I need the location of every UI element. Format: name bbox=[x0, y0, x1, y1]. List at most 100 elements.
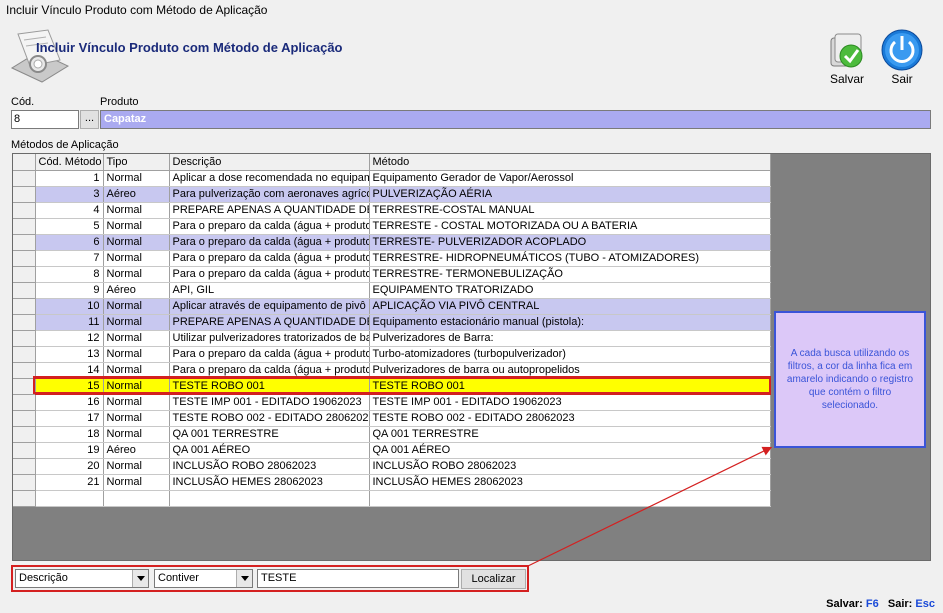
search-operator-select[interactable]: Contiver bbox=[154, 569, 253, 588]
cell-tipo: Normal bbox=[103, 298, 170, 315]
table-row[interactable]: 16 Normal TESTE IMP 001 - EDITADO 19062023… bbox=[13, 394, 771, 411]
cell-metodo: INCLUSÃO ROBO 28062023 bbox=[369, 458, 771, 475]
exit-button[interactable]: Sair bbox=[878, 28, 926, 86]
grid-corner bbox=[13, 154, 36, 171]
row-indicator[interactable] bbox=[13, 282, 36, 299]
cell-descricao: QA 001 AÉREO bbox=[169, 442, 370, 459]
cell-tipo bbox=[103, 490, 170, 507]
table-row[interactable]: 9 Aéreo API, GIL EQUIPAMENTO TRATORIZADO bbox=[13, 282, 771, 299]
table-row[interactable]: 14 Normal Para o preparo da calda (água + … bbox=[13, 362, 771, 379]
window-title: Incluir Vínculo Produto com Método de Ap… bbox=[6, 3, 268, 17]
row-indicator[interactable] bbox=[13, 378, 36, 395]
cell-tipo: Normal bbox=[103, 474, 170, 491]
row-indicator[interactable] bbox=[13, 266, 36, 283]
cell-descricao: PREPARE APENAS A QUANTIDADE DE bbox=[169, 314, 370, 331]
cell-descricao: Para pulverização com aeronaves agrícola… bbox=[169, 186, 370, 203]
row-indicator[interactable] bbox=[13, 202, 36, 219]
table-row[interactable]: 5 Normal Para o preparo da calda (água + p… bbox=[13, 218, 771, 235]
cell-cod: 19 bbox=[35, 442, 104, 459]
row-indicator[interactable] bbox=[13, 346, 36, 363]
lookup-button[interactable]: ... bbox=[80, 110, 99, 129]
row-indicator[interactable] bbox=[13, 426, 36, 443]
cell-metodo: TERRESTE - COSTAL MOTORIZADA OU A BATERI… bbox=[369, 218, 771, 235]
row-indicator[interactable] bbox=[13, 458, 36, 475]
cell-metodo: EQUIPAMENTO TRATORIZADO bbox=[369, 282, 771, 299]
row-indicator[interactable] bbox=[13, 298, 36, 315]
cell-cod: 8 bbox=[35, 266, 104, 283]
table-row[interactable]: 20 Normal INCLUSÃO ROBO 28062023 INCLUSÃO R… bbox=[13, 458, 771, 475]
table-row[interactable]: 12 Normal Utilizar pulverizadores tratoriz… bbox=[13, 330, 771, 347]
column-header-metodo[interactable]: Método bbox=[369, 154, 771, 171]
table-row[interactable]: 13 Normal Para o preparo da calda (água + … bbox=[13, 346, 771, 363]
table-row[interactable]: 8 Normal Para o preparo da calda (água + p… bbox=[13, 266, 771, 283]
cell-descricao: Para o preparo da calda (água + produto) bbox=[169, 250, 370, 267]
cod-label: Cód. bbox=[11, 96, 35, 108]
column-header-tipo[interactable]: Tipo bbox=[103, 154, 170, 171]
table-row[interactable]: 7 Normal Para o preparo da calda (água + p… bbox=[13, 250, 771, 267]
cell-metodo bbox=[369, 490, 771, 507]
table-row[interactable]: 4 Normal PREPARE APENAS A QUANTIDADE DE TER… bbox=[13, 202, 771, 219]
cell-descricao: Aplicar através de equipamento de pivô c bbox=[169, 298, 370, 315]
row-indicator[interactable] bbox=[13, 330, 36, 347]
metodos-grid[interactable]: Cód. Método Tipo Descrição Método 1 Norma… bbox=[13, 154, 771, 507]
table-row[interactable]: 19 Aéreo QA 001 AÉREO QA 001 AÉREO bbox=[13, 442, 771, 459]
cell-cod: 13 bbox=[35, 346, 104, 363]
row-indicator[interactable] bbox=[13, 186, 36, 203]
cell-descricao: Para o preparo da calda (água + produto) bbox=[169, 234, 370, 251]
cell-tipo: Normal bbox=[103, 410, 170, 427]
cell-descricao: PREPARE APENAS A QUANTIDADE DE bbox=[169, 202, 370, 219]
exit-button-label: Sair bbox=[891, 72, 913, 86]
cell-metodo: TESTE ROBO 002 - EDITADO 28062023 bbox=[369, 410, 771, 427]
cell-descricao: INCLUSÃO ROBO 28062023 bbox=[169, 458, 370, 475]
row-indicator[interactable] bbox=[13, 250, 36, 267]
table-row[interactable]: 6 Normal Para o preparo da calda (água + p… bbox=[13, 234, 771, 251]
column-header-cod[interactable]: Cód. Método bbox=[35, 154, 104, 171]
row-indicator[interactable] bbox=[13, 314, 36, 331]
table-row[interactable]: 3 Aéreo Para pulverização com aeronaves ag… bbox=[13, 186, 771, 203]
chevron-down-icon[interactable] bbox=[132, 570, 148, 587]
table-row[interactable]: 15 Normal TESTE ROBO 001 TESTE ROBO 001 bbox=[13, 377, 771, 395]
row-indicator[interactable] bbox=[13, 442, 36, 459]
row-indicator[interactable] bbox=[13, 362, 36, 379]
row-indicator[interactable] bbox=[13, 490, 36, 507]
cell-cod: 17 bbox=[35, 410, 104, 427]
search-input[interactable]: TESTE bbox=[257, 569, 459, 588]
table-row[interactable] bbox=[13, 490, 771, 507]
row-indicator[interactable] bbox=[13, 394, 36, 411]
cell-cod: 15 bbox=[35, 377, 104, 395]
table-row[interactable]: 21 Normal INCLUSÃO HEMES 28062023 INCLUSÃO … bbox=[13, 474, 771, 491]
cell-descricao: Para o preparo da calda (água + produto) bbox=[169, 362, 370, 379]
table-row[interactable]: 18 Normal QA 001 TERRESTRE QA 001 TERRESTRE bbox=[13, 426, 771, 443]
cell-cod: 14 bbox=[35, 362, 104, 379]
grid-header-row: Cód. Método Tipo Descrição Método bbox=[13, 154, 771, 171]
save-button[interactable]: Salvar bbox=[826, 28, 868, 86]
table-row[interactable]: 11 Normal PREPARE APENAS A QUANTIDADE DE Eq… bbox=[13, 314, 771, 331]
row-indicator[interactable] bbox=[13, 474, 36, 491]
produto-label: Produto bbox=[100, 96, 139, 108]
find-button[interactable]: Localizar bbox=[461, 569, 526, 589]
search-field-select[interactable]: Descrição bbox=[15, 569, 149, 588]
row-indicator[interactable] bbox=[13, 170, 36, 187]
cell-descricao: QA 001 TERRESTRE bbox=[169, 426, 370, 443]
cell-descricao: TESTE ROBO 001 bbox=[169, 377, 370, 395]
cell-metodo: APLICAÇÃO VIA PIVÔ CENTRAL bbox=[369, 298, 771, 315]
cell-descricao bbox=[169, 490, 370, 507]
cell-cod: 3 bbox=[35, 186, 104, 203]
cell-descricao: TESTE IMP 001 - EDITADO 19062023 bbox=[169, 394, 370, 411]
cod-input[interactable]: 8 bbox=[11, 110, 79, 129]
table-row[interactable]: 10 Normal Aplicar através de equipamento d… bbox=[13, 298, 771, 315]
table-row[interactable]: 17 Normal TESTE ROBO 002 - EDITADO 2806202… bbox=[13, 410, 771, 427]
cell-descricao: Para o preparo da calda (água + produto) bbox=[169, 218, 370, 235]
row-indicator[interactable] bbox=[13, 234, 36, 251]
row-indicator[interactable] bbox=[13, 410, 36, 427]
cell-tipo: Normal bbox=[103, 377, 170, 395]
cell-cod: 10 bbox=[35, 298, 104, 315]
chevron-down-icon[interactable] bbox=[236, 570, 252, 587]
cell-tipo: Normal bbox=[103, 250, 170, 267]
row-indicator[interactable] bbox=[13, 218, 36, 235]
column-header-descricao[interactable]: Descrição bbox=[169, 154, 370, 171]
cell-tipo: Normal bbox=[103, 426, 170, 443]
search-operator-value: Contiver bbox=[158, 572, 199, 584]
table-row[interactable]: 1 Normal Aplicar a dose recomendada no eq… bbox=[13, 170, 771, 187]
save-button-label: Salvar bbox=[829, 72, 864, 86]
